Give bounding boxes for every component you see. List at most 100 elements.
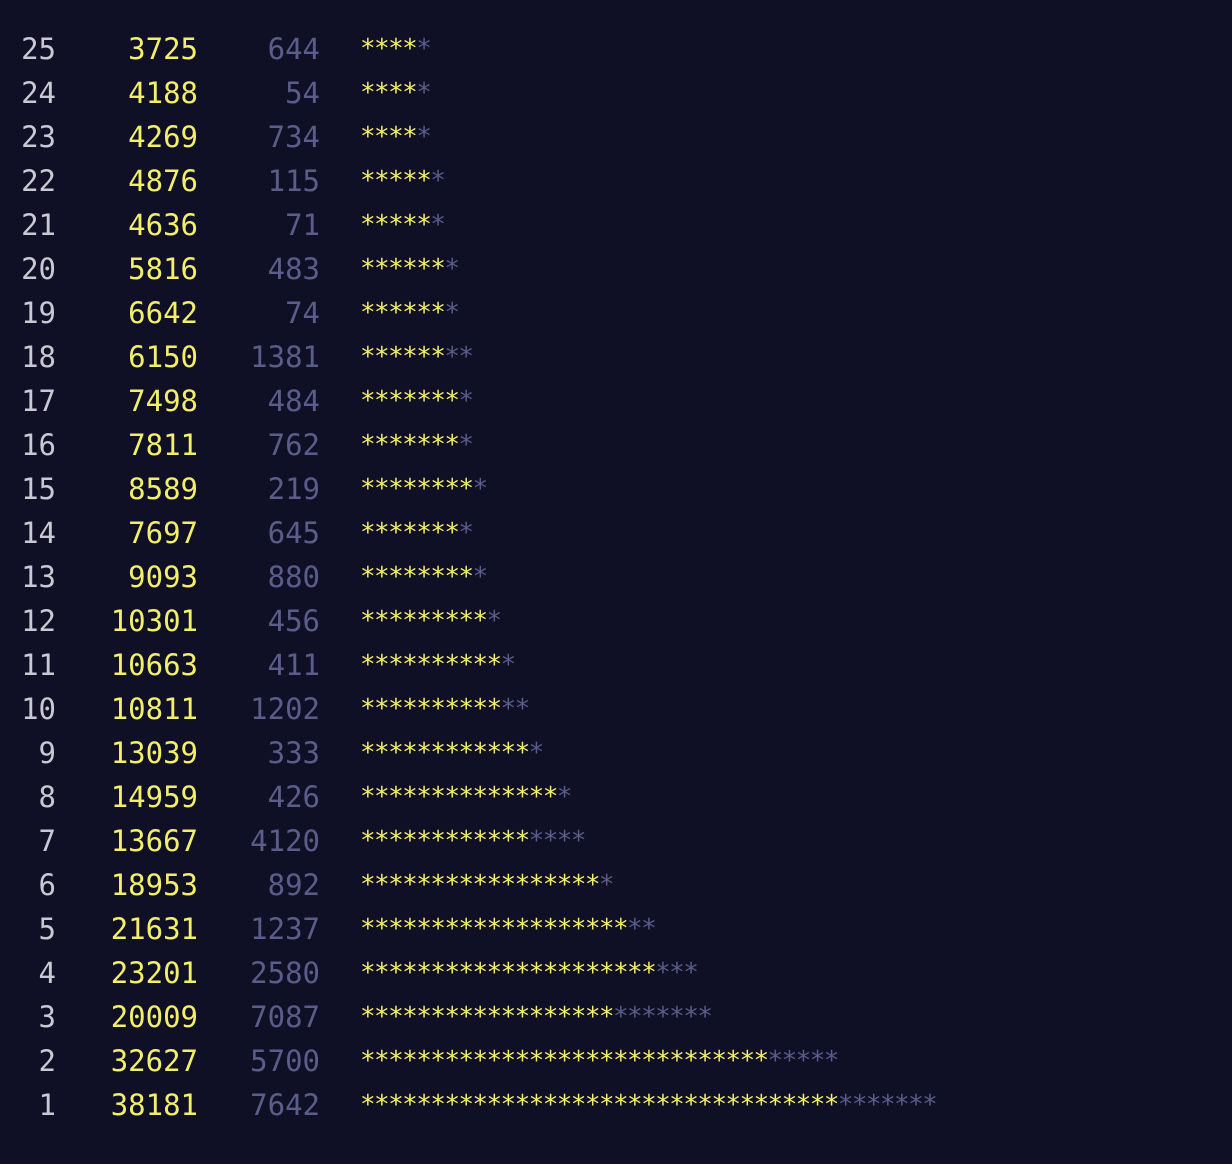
rank-label: 9: [38, 736, 56, 770]
secondary-star-bar: *: [430, 210, 446, 240]
primary-star-bar: ******: [360, 298, 446, 328]
rank-label: 15: [21, 472, 56, 506]
secondary-count: 4120: [250, 824, 320, 858]
star-bar: *****: [360, 71, 432, 115]
secondary-count: 734: [267, 120, 320, 154]
secondary-star-bar: *****: [767, 1046, 840, 1076]
secondary-count: 426: [267, 780, 320, 814]
histogram-list: 25 3725 644 ***** 24 4188 54 ***** 23 4269 734 ****…: [0, 27, 1232, 1127]
secondary-count: 5700: [250, 1044, 320, 1078]
star-bar: *********************: [360, 907, 657, 951]
star-bar: *****: [360, 115, 432, 159]
secondary-count: 7087: [250, 1000, 320, 1034]
primary-count: 21631: [110, 912, 198, 946]
rank-label: 20: [21, 252, 56, 286]
secondary-count: 74: [285, 296, 320, 330]
secondary-count: 456: [267, 604, 320, 638]
star-bar: ********: [360, 335, 474, 379]
secondary-count: 333: [267, 736, 320, 770]
star-bar: ******: [360, 159, 446, 203]
histogram-row: 16 7811 762 ********: [0, 423, 1232, 467]
histogram-row: 13 9093 880 *********: [0, 555, 1232, 599]
primary-star-bar: *****: [360, 166, 432, 196]
primary-count: 7697: [128, 516, 198, 550]
star-bar: ****************************************…: [360, 1083, 938, 1127]
secondary-star-bar: *******: [612, 1002, 713, 1032]
primary-count: 7498: [128, 384, 198, 418]
primary-count: 10663: [110, 648, 198, 682]
primary-star-bar: ****: [360, 122, 418, 152]
star-bar: *******: [360, 247, 460, 291]
secondary-star-bar: *: [528, 738, 545, 768]
rank-label: 19: [21, 296, 56, 330]
histogram-row: 24 4188 54 *****: [0, 71, 1232, 115]
secondary-count: 1381: [250, 340, 320, 374]
secondary-count: 411: [267, 648, 320, 682]
primary-star-bar: ******************: [360, 1002, 615, 1032]
histogram-row: 25 3725 644 *****: [0, 27, 1232, 71]
rank-label: 10: [21, 692, 56, 726]
rank-label: 2: [38, 1044, 56, 1078]
histogram-row: 5 21631 1237 *********************: [0, 907, 1232, 951]
histogram-row: 4 23201 2580 ************************: [0, 951, 1232, 995]
rank-label: 14: [21, 516, 56, 550]
primary-count: 32627: [110, 1044, 198, 1078]
rank-label: 7: [38, 824, 56, 858]
secondary-star-bar: *: [458, 518, 474, 548]
secondary-count: 762: [267, 428, 320, 462]
star-bar: *******: [360, 291, 460, 335]
primary-star-bar: *******************: [360, 914, 629, 944]
histogram-row: 19 6642 74 *******: [0, 291, 1232, 335]
histogram-row: 8 14959 426 ***************: [0, 775, 1232, 819]
secondary-count: 484: [267, 384, 320, 418]
star-bar: ************************: [360, 951, 699, 995]
star-bar: ********: [360, 423, 474, 467]
secondary-star-bar: *: [458, 386, 474, 416]
histogram-row: 11 10663 411 ***********: [0, 643, 1232, 687]
primary-count: 10811: [110, 692, 198, 726]
primary-star-bar: *********************: [360, 958, 657, 988]
histogram-row: 7 13667 4120 ****************: [0, 819, 1232, 863]
star-bar: ****************: [360, 819, 586, 863]
secondary-count: 645: [267, 516, 320, 550]
star-bar: ******: [360, 203, 446, 247]
rank-label: 6: [38, 868, 56, 902]
secondary-star-bar: *: [472, 474, 488, 504]
primary-count: 13667: [110, 824, 198, 858]
star-bar: **********************************: [360, 1039, 840, 1083]
rank-label: 18: [21, 340, 56, 374]
secondary-star-bar: *: [444, 298, 460, 328]
histogram-row: 9 13039 333 *************: [0, 731, 1232, 775]
histogram-row: 22 4876 115 ******: [0, 159, 1232, 203]
star-bar: *****: [360, 27, 432, 71]
primary-count: 14959: [110, 780, 198, 814]
star-bar: *************: [360, 731, 545, 775]
primary-star-bar: ************: [360, 826, 530, 856]
secondary-star-bar: *: [430, 166, 446, 196]
primary-count: 9093: [128, 560, 198, 594]
rank-label: 5: [38, 912, 56, 946]
secondary-star-bar: *: [416, 78, 432, 108]
histogram-row: 14 7697 645 ********: [0, 511, 1232, 555]
primary-star-bar: *****: [360, 210, 432, 240]
star-bar: ********: [360, 379, 474, 423]
histogram-row: 6 18953 892 ******************: [0, 863, 1232, 907]
primary-star-bar: ******: [360, 342, 446, 372]
star-bar: ***************: [360, 775, 572, 819]
secondary-star-bar: *: [486, 606, 502, 636]
rank-label: 12: [21, 604, 56, 638]
primary-count: 6150: [128, 340, 198, 374]
secondary-count: 219: [267, 472, 320, 506]
histogram-row: 12 10301 456 **********: [0, 599, 1232, 643]
histogram-row: 20 5816 483 *******: [0, 247, 1232, 291]
secondary-count: 1237: [250, 912, 320, 946]
rank-label: 3: [38, 1000, 56, 1034]
primary-star-bar: **********************************: [360, 1090, 839, 1120]
secondary-star-bar: *: [500, 650, 517, 680]
rank-label: 22: [21, 164, 56, 198]
rank-label: 17: [21, 384, 56, 418]
primary-count: 10301: [110, 604, 198, 638]
secondary-star-bar: *: [458, 430, 474, 460]
primary-star-bar: **************: [360, 782, 558, 812]
histogram-row: 15 8589 219 *********: [0, 467, 1232, 511]
